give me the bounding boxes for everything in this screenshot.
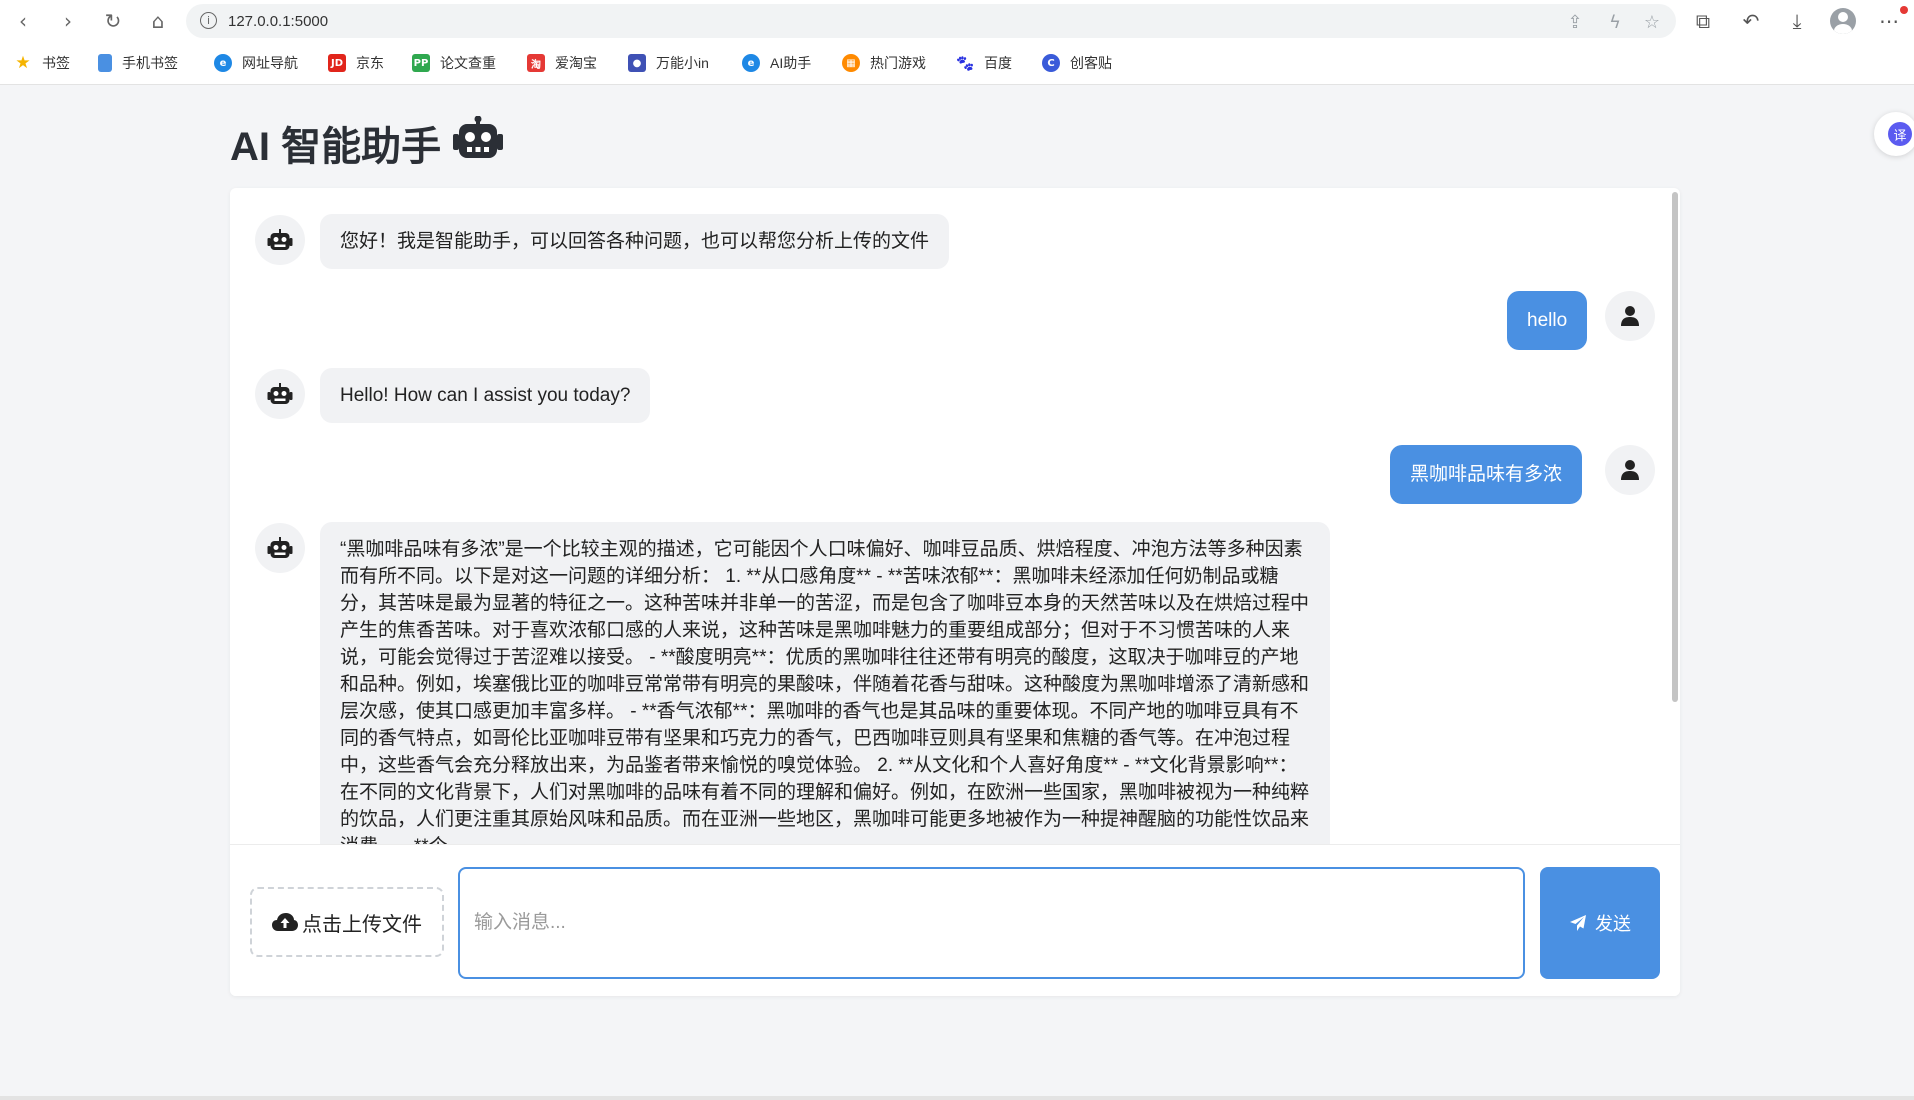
bot-message: 您好！我是智能助手，可以回答各种问题，也可以帮您分析上传的文件 — [320, 214, 950, 269]
baidu-icon: 🐾︎ — [954, 53, 976, 73]
upload-file-button[interactable]: 点击上传文件 — [250, 887, 444, 957]
ie-icon: e — [214, 54, 232, 72]
user-message: hello — [1507, 291, 1588, 350]
user-icon — [1621, 306, 1639, 326]
bookmark-label: 热门游戏 — [870, 55, 926, 71]
bookmark-item[interactable]: ▦ 热门游戏 — [842, 52, 926, 74]
share-icon[interactable]: ⇪ — [1564, 11, 1586, 33]
ai-icon: e — [742, 54, 760, 72]
page-title: AI 智能助手 — [230, 114, 504, 172]
address-bar[interactable]: i 127.0.0.1:5000 ⇪ ϟ ☆ — [186, 4, 1676, 38]
window-bottom-border — [0, 1096, 1914, 1100]
browser-chrome: ‹ › ↻ ⌂ i 127.0.0.1:5000 ⇪ ϟ ☆ ⧉ ↶ ⤓ ⋯ ★… — [0, 0, 1914, 85]
bookmark-label: 京东 — [356, 55, 384, 71]
game-icon: ▦ — [842, 54, 860, 72]
jd-icon: JD — [328, 54, 346, 72]
bot-avatar — [255, 369, 305, 419]
download-icon[interactable]: ⤓ — [1784, 8, 1810, 34]
message-input[interactable] — [458, 867, 1525, 979]
scrollbar-thumb[interactable] — [1672, 192, 1678, 702]
phone-bookmark-icon — [98, 54, 112, 72]
chuangketie-icon: C — [1042, 54, 1060, 72]
bookmark-label: 爱淘宝 — [555, 55, 597, 71]
star-icon: ★ — [15, 53, 31, 73]
message-list[interactable]: 您好！我是智能助手，可以回答各种问题，也可以帮您分析上传的文件 hello He… — [230, 188, 1680, 844]
bookmark-item[interactable]: PP 论文查重 — [412, 52, 496, 74]
home-icon[interactable]: ⌂ — [145, 8, 171, 34]
chat-card: 您好！我是智能助手，可以回答各种问题，也可以帮您分析上传的文件 hello He… — [230, 188, 1680, 996]
bot-avatar — [255, 215, 305, 265]
back-icon[interactable]: ‹ — [10, 8, 36, 34]
reload-icon[interactable]: ↻ — [100, 8, 126, 34]
robot-icon — [453, 115, 504, 170]
send-button[interactable]: 发送 — [1540, 867, 1660, 979]
bookmark-item[interactable]: 手机书签 — [98, 52, 178, 74]
translate-badge[interactable]: 译 — [1874, 112, 1914, 156]
robot-icon: ● — [628, 54, 646, 72]
bot-message: “黑咖啡品味有多浓”是一个比较主观的描述，它可能因个人口味偏好、咖啡豆品质、烘焙… — [320, 522, 1330, 844]
bookmark-item[interactable]: 淘 爱淘宝 — [527, 52, 597, 74]
bookmark-item[interactable]: 🐾︎ 百度 — [954, 52, 1012, 74]
undo-history-icon[interactable]: ↶ — [1738, 8, 1764, 34]
forward-icon[interactable]: › — [55, 8, 81, 34]
bookmark-item[interactable]: ● 万能小in — [628, 52, 709, 74]
upload-file-label: 点击上传文件 — [302, 913, 422, 936]
page-title-text: AI 智能助手 — [230, 125, 442, 169]
robot-icon — [267, 383, 293, 404]
bookmark-item[interactable]: e AI助手 — [742, 52, 811, 74]
profile-avatar-icon[interactable] — [1830, 8, 1856, 34]
bot-avatar — [255, 523, 305, 573]
bookmark-label: 书签 — [42, 55, 70, 71]
bot-message: Hello! How can I assist you today? — [320, 368, 651, 423]
bookmark-item[interactable]: ★ 书签 — [14, 52, 70, 74]
user-avatar — [1605, 291, 1655, 341]
user-message: 黑咖啡品味有多浓 — [1390, 445, 1583, 504]
bookmark-label: 论文查重 — [440, 55, 496, 71]
robot-icon — [267, 229, 293, 250]
bookmark-label: 网址导航 — [242, 55, 298, 71]
send-label: 发送 — [1595, 914, 1631, 934]
message-scrollbar[interactable] — [1670, 188, 1680, 844]
bookmark-label: 创客贴 — [1070, 55, 1112, 71]
notification-dot — [1900, 6, 1908, 14]
bookmark-label: 手机书签 — [122, 55, 178, 71]
bookmark-label: 百度 — [984, 55, 1012, 71]
user-avatar — [1605, 445, 1655, 495]
robot-icon — [267, 537, 293, 558]
bookmark-label: 万能小in — [656, 55, 709, 71]
composer: 点击上传文件 发送 — [230, 844, 1680, 996]
star-icon[interactable]: ☆ — [1641, 11, 1663, 33]
translate-icon: 译 — [1888, 122, 1912, 146]
bookmark-item[interactable]: C 创客贴 — [1042, 52, 1112, 74]
extensions-icon[interactable]: ⧉ — [1690, 8, 1716, 34]
user-icon — [1621, 460, 1639, 480]
cloud-upload-icon — [272, 913, 298, 931]
address-url: 127.0.0.1:5000 — [228, 13, 329, 30]
paper-plane-icon — [1570, 915, 1586, 931]
site-info-icon[interactable]: i — [200, 12, 217, 29]
more-menu-icon[interactable]: ⋯ — [1876, 8, 1902, 34]
bookmark-item[interactable]: JD 京东 — [328, 52, 384, 74]
bookmarks-bar: ★ 书签 手机书签 e 网址导航 JD 京东 PP 论文查重 淘 爱淘宝 ● 万… — [0, 48, 1914, 78]
pp-icon: PP — [412, 54, 430, 72]
bookmark-label: AI助手 — [770, 55, 812, 71]
browser-toolbar: ‹ › ↻ ⌂ i 127.0.0.1:5000 ⇪ ϟ ☆ ⧉ ↶ ⤓ ⋯ — [0, 0, 1914, 42]
lightning-icon[interactable]: ϟ — [1604, 11, 1626, 33]
bookmark-item[interactable]: e 网址导航 — [214, 52, 298, 74]
taobao-icon: 淘 — [527, 54, 545, 72]
